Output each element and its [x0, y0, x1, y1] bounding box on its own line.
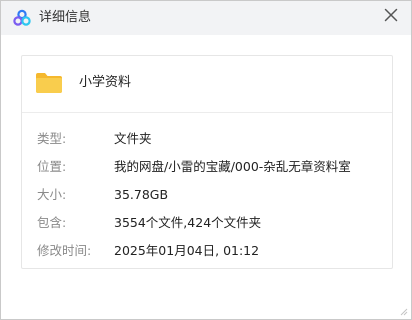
- detail-label: 类型:: [37, 131, 67, 146]
- detail-row-location: 位置: 我的网盘/小雷的宝藏/000-杂乱无章资料室: [37, 158, 387, 176]
- folder-icon: [36, 73, 62, 93]
- detail-row-type: 类型: 文件夹: [37, 130, 387, 148]
- detail-row-contains: 包含: 3554个文件,424个文件夹: [37, 214, 387, 232]
- dialog-title: 详细信息: [39, 10, 92, 25]
- detail-label: 包含:: [37, 215, 67, 230]
- detail-value: 文件夹: [114, 131, 152, 146]
- detail-label: 大小:: [37, 187, 67, 202]
- detail-value[interactable]: 我的网盘/小雷的宝藏/000-杂乱无章资料室: [114, 158, 351, 176]
- detail-label: 位置:: [37, 159, 67, 174]
- item-name: 小学资料: [79, 75, 132, 90]
- baidu-netdisk-cloud-icon: [13, 9, 31, 26]
- title-bar[interactable]: 详细信息: [1, 1, 411, 35]
- detail-value: 35.78GB: [114, 187, 169, 202]
- resize-grip-icon[interactable]: [398, 306, 408, 316]
- details-panel: 小学资料 类型: 文件夹 位置: 我的网盘/小雷的宝藏/000-杂乱无章资料室 …: [21, 55, 393, 269]
- detail-value: 2025年01月04日, 01:12: [114, 243, 260, 258]
- details-dialog: 详细信息 小学资料 类型: 文件夹 位置: 我的网盘/小雷的宝藏/000-杂乱无…: [0, 0, 412, 320]
- detail-row-modified: 修改时间: 2025年01月04日, 01:12: [37, 242, 387, 260]
- detail-label: 修改时间:: [37, 243, 92, 258]
- detail-row-size: 大小: 35.78GB: [37, 186, 387, 204]
- detail-value: 3554个文件,424个文件夹: [114, 215, 262, 230]
- divider: [22, 112, 392, 113]
- close-icon[interactable]: [381, 5, 401, 25]
